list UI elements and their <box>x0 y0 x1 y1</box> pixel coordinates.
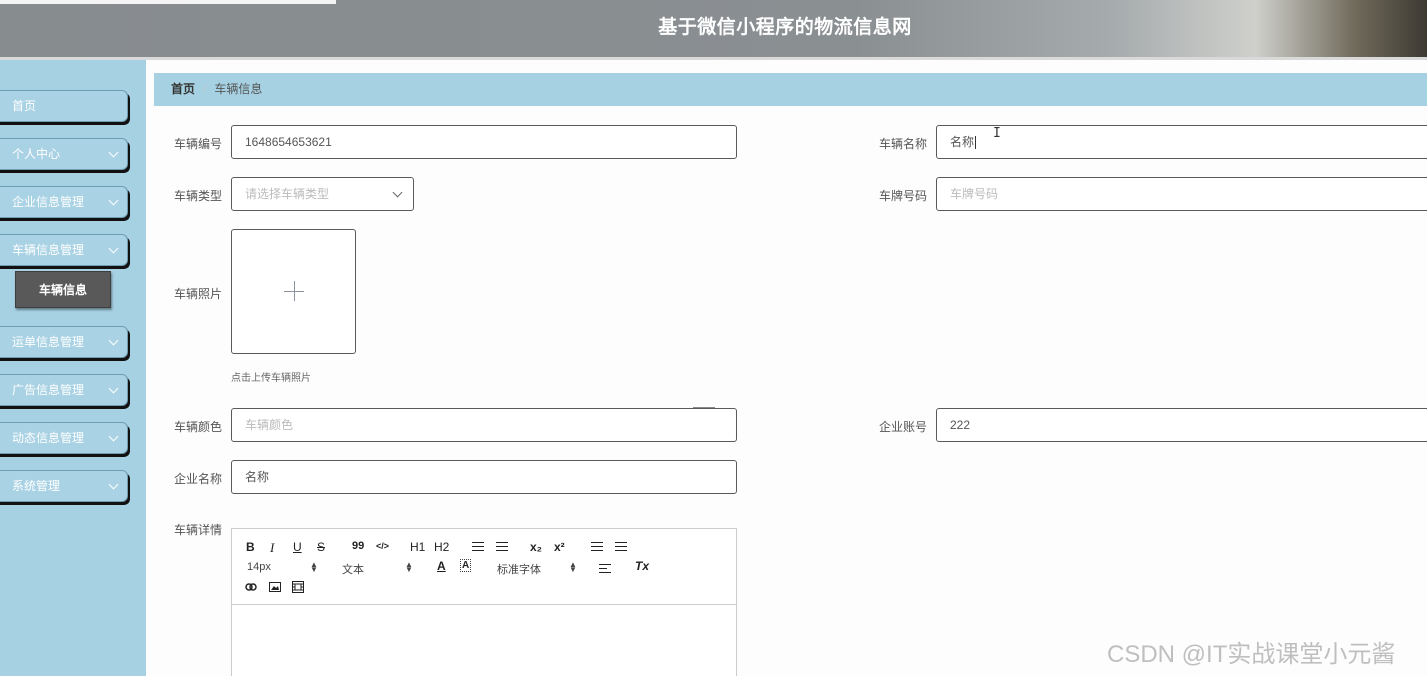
picker-arrows-icon: ▲ ▼ <box>310 560 318 574</box>
chevron-down-icon <box>108 383 119 394</box>
font-family-picker[interactable]: 标准字体 <box>497 561 541 577</box>
color-input[interactable]: 车辆颜色 <box>231 408 737 442</box>
sidebar-item-vehicle-management[interactable]: 车辆信息管理 <box>0 234 128 266</box>
picker-arrows-icon: ▲ ▼ <box>405 560 413 574</box>
sidebar-item-ad-management[interactable]: 广告信息管理 <box>0 374 128 406</box>
sidebar-item-label: 个人中心 <box>12 147 61 161</box>
code-block-icon[interactable]: </> <box>376 541 389 551</box>
vehicle-name-value: 名称 <box>950 135 975 149</box>
vehicle-no-label: 车辆编号 <box>173 137 222 151</box>
chevron-down-icon <box>108 431 119 442</box>
chevron-down-icon <box>108 147 119 158</box>
vehicle-no-input[interactable]: 1648654653621 <box>231 125 737 159</box>
company-name-input[interactable]: 名称 <box>231 460 737 494</box>
vehicle-name-label: 车辆名称 <box>878 137 927 151</box>
text-caret-icon <box>975 136 977 150</box>
breadcrumb-current: 车辆信息 <box>214 82 263 96</box>
chevron-down-icon <box>108 335 119 346</box>
sidebar-item-label: 广告信息管理 <box>12 383 85 397</box>
header-divider <box>0 57 1427 60</box>
image-icon[interactable] <box>269 581 281 593</box>
submenu-item-vehicle-info[interactable]: 车辆信息 <box>15 271 111 308</box>
font-size-picker[interactable]: 14px <box>247 561 271 573</box>
sidebar-item-waybill-management[interactable]: 运单信息管理 <box>0 326 128 358</box>
header-strip <box>0 0 336 4</box>
breadcrumb: 首页 / 车辆信息 <box>154 73 1427 106</box>
editor-toolbar: B I U S 99 </> H1 H2 x₂ x² 14px ▲ ▼ 文本 ▲ ▼… <box>232 529 736 605</box>
company-account-label: 企业账号 <box>878 420 927 434</box>
link-icon[interactable] <box>245 581 257 593</box>
sidebar-item-label: 动态信息管理 <box>12 431 85 445</box>
header-picker[interactable]: 文本 <box>342 561 364 577</box>
blockquote-icon[interactable]: 99 <box>352 540 364 552</box>
plate-no-label: 车牌号码 <box>878 189 927 203</box>
details-label: 车辆详情 <box>173 523 222 537</box>
photo-upload[interactable] <box>231 229 356 354</box>
photo-label: 车辆照片 <box>173 287 222 301</box>
chevron-down-icon <box>392 187 403 198</box>
subscript-icon[interactable]: x₂ <box>530 540 542 554</box>
watermark: CSDN @IT实战课堂小元酱 <box>1107 641 1396 668</box>
clean-format-icon[interactable]: Tx <box>635 559 649 573</box>
bold-icon[interactable]: B <box>246 540 255 554</box>
indent-icon[interactable] <box>615 542 627 554</box>
sidebar-item-label: 车辆信息管理 <box>12 243 85 257</box>
sidebar-item-news-management[interactable]: 动态信息管理 <box>0 422 128 454</box>
breadcrumb-separator: / <box>203 82 207 96</box>
header1-icon[interactable]: H1 <box>410 540 425 554</box>
background-color-icon[interactable]: A <box>460 559 472 572</box>
text-color-icon[interactable]: A <box>437 559 446 573</box>
sidebar-item-system-management[interactable]: 系统管理 <box>0 470 128 502</box>
header2-icon[interactable]: H2 <box>434 540 449 554</box>
color-label: 车辆颜色 <box>173 420 222 434</box>
bullet-list-icon[interactable] <box>496 542 508 554</box>
underline-icon[interactable]: U <box>293 540 302 554</box>
outdent-icon[interactable] <box>591 542 603 554</box>
app-header: 基于微信小程序的物流信息网 <box>0 0 1427 57</box>
video-icon[interactable] <box>292 581 304 593</box>
strike-icon[interactable]: S <box>317 540 325 554</box>
sidebar-item-label: 企业信息管理 <box>12 195 85 209</box>
rich-text-editor[interactable]: B I U S 99 </> H1 H2 x₂ x² 14px ▲ ▼ 文本 ▲ ▼… <box>231 528 737 676</box>
sidebar-item-company-management[interactable]: 企业信息管理 <box>0 186 128 218</box>
sidebar: 首页 个人中心 企业信息管理 车辆信息管理 运单信息管理 广告信息管理 动态信息… <box>0 60 146 676</box>
photo-upload-tip: 点击上传车辆照片 <box>231 373 311 384</box>
italic-icon[interactable]: I <box>270 540 274 556</box>
vehicle-type-placeholder: 请选择车辆类型 <box>245 187 330 201</box>
company-name-label: 企业名称 <box>173 472 222 486</box>
plate-no-input[interactable]: 车牌号码 <box>936 177 1427 211</box>
picker-arrows-icon: ▲ ▼ <box>569 560 577 574</box>
vehicle-name-input[interactable]: 名称 <box>936 125 1427 159</box>
breadcrumb-home[interactable]: 首页 <box>171 82 195 96</box>
sidebar-item-label: 运单信息管理 <box>12 335 85 349</box>
app-title: 基于微信小程序的物流信息网 <box>658 17 912 38</box>
chevron-down-icon <box>108 195 119 206</box>
company-account-input[interactable]: 222 <box>936 408 1427 442</box>
vehicle-type-select[interactable]: 请选择车辆类型 <box>231 177 414 211</box>
sidebar-item-label: 首页 <box>12 99 37 113</box>
sidebar-item-label: 系统管理 <box>12 479 61 493</box>
chevron-down-icon <box>108 479 119 490</box>
sidebar-item-home[interactable]: 首页 <box>0 90 128 122</box>
ordered-list-icon[interactable] <box>472 542 484 554</box>
align-icon[interactable] <box>599 564 611 576</box>
plus-icon-vertical <box>294 281 295 301</box>
superscript-icon[interactable]: x² <box>554 540 565 554</box>
sidebar-item-personal-center[interactable]: 个人中心 <box>0 138 128 170</box>
text-cursor-icon: I <box>993 126 1001 141</box>
vehicle-type-label: 车辆类型 <box>173 189 222 203</box>
chevron-down-icon <box>108 243 119 254</box>
